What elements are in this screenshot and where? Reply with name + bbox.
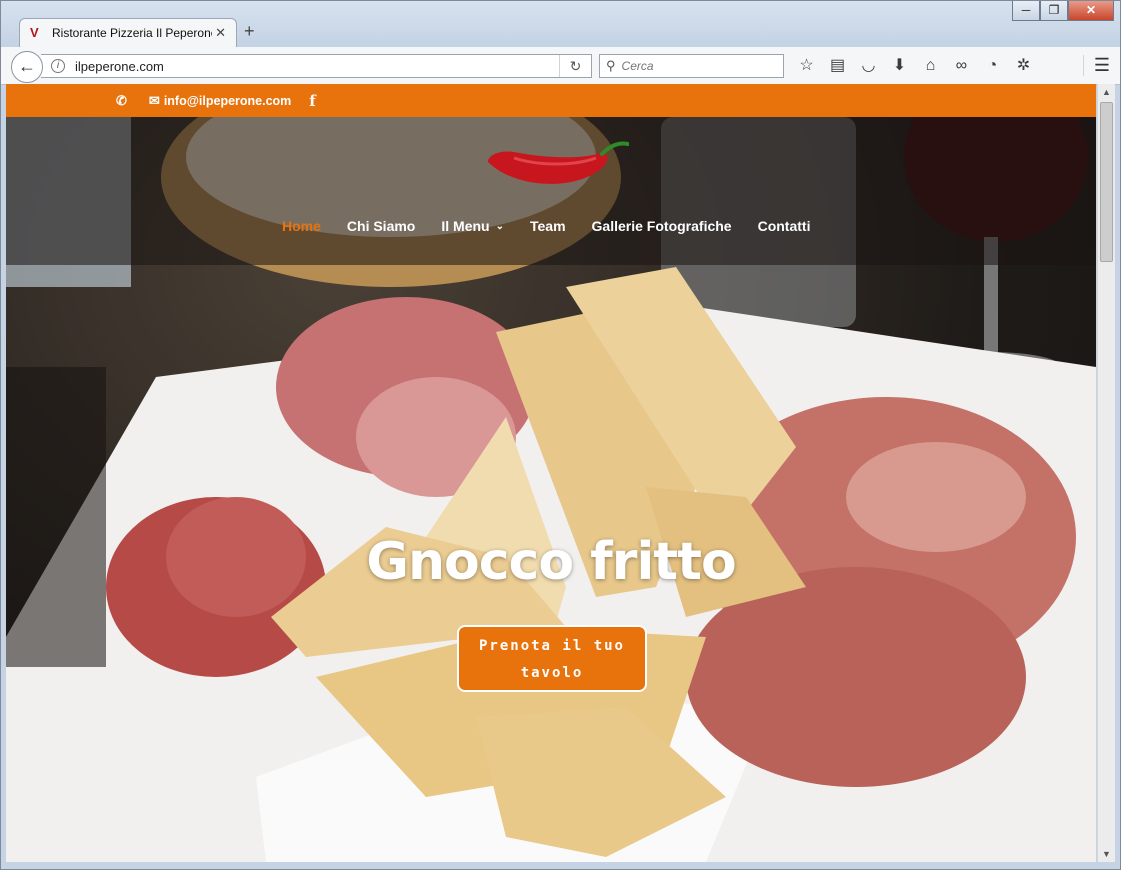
pocket-icon[interactable]: ◡ bbox=[853, 55, 884, 77]
email-link[interactable]: info@ilpeperone.com bbox=[164, 94, 291, 108]
nav-item-il-menu-label: Il Menu bbox=[441, 218, 490, 234]
tab-close-icon[interactable]: ✕ bbox=[215, 25, 226, 41]
puzzle-icon[interactable]: ✲ bbox=[1008, 55, 1039, 77]
download-icon[interactable]: ⬇ bbox=[884, 55, 915, 77]
minimize-button[interactable]: ─ bbox=[1012, 1, 1040, 21]
nav-item-team[interactable]: Team bbox=[530, 218, 566, 234]
top-contact-bar: ✆ ✉ info@ilpeperone.com f bbox=[6, 84, 1096, 117]
web-page: ✆ ✉ info@ilpeperone.com f Home Chi Siamo… bbox=[6, 84, 1096, 862]
tab-title: Ristorante Pizzeria Il Peperone bbox=[52, 26, 212, 40]
search-bar[interactable]: ⚲ bbox=[599, 54, 784, 78]
phone-icon[interactable]: ✆ bbox=[116, 93, 127, 109]
scroll-thumb[interactable] bbox=[1100, 102, 1113, 262]
history-icon[interactable]: ◔ bbox=[977, 55, 1008, 77]
back-button[interactable]: ← bbox=[11, 51, 43, 83]
reload-icon[interactable]: ↻ bbox=[559, 55, 591, 77]
search-input[interactable] bbox=[621, 59, 772, 73]
scroll-down-arrow-icon[interactable]: ▼ bbox=[1098, 846, 1115, 862]
nav-item-contatti[interactable]: Contatti bbox=[758, 218, 811, 234]
main-navigation: Home Chi Siamo Il Menu ⌄ Team Gallerie F… bbox=[282, 218, 836, 234]
vertical-scrollbar[interactable]: ▲ ▼ bbox=[1097, 84, 1115, 862]
new-tab-button[interactable]: + bbox=[244, 21, 255, 42]
nav-item-il-menu[interactable]: Il Menu ⌄ bbox=[441, 218, 504, 234]
pepper-logo-icon[interactable] bbox=[484, 140, 629, 192]
chevron-down-icon: ⌄ bbox=[495, 220, 504, 232]
nav-item-home[interactable]: Home bbox=[282, 218, 321, 234]
cta-label-line2: tavolo bbox=[520, 665, 584, 681]
nav-item-gallerie-fotografiche[interactable]: Gallerie Fotografiche bbox=[592, 218, 732, 234]
maximize-button[interactable]: ❐ bbox=[1040, 1, 1068, 21]
navigation-toolbar: i ilpeperone.com ↻ ← ⚲ ☆ ▤ ◡ ⬇ ⌂ ∞ ◔ ✲ ☰ bbox=[1, 47, 1120, 85]
book-table-button[interactable]: Prenota il tuo tavolo bbox=[457, 625, 647, 692]
reader-icon[interactable]: ▤ bbox=[822, 55, 853, 77]
mask-icon[interactable]: ∞ bbox=[946, 55, 977, 77]
url-text[interactable]: ilpeperone.com bbox=[75, 59, 164, 74]
toolbar-icons: ☆ ▤ ◡ ⬇ ⌂ ∞ ◔ ✲ bbox=[791, 55, 1039, 77]
home-icon[interactable]: ⌂ bbox=[915, 55, 946, 77]
search-icon: ⚲ bbox=[606, 58, 616, 73]
close-window-button[interactable]: ✕ bbox=[1068, 1, 1114, 21]
hero-title: Gnocco fritto bbox=[366, 532, 736, 592]
window-controls: ─ ❐ ✕ bbox=[1012, 1, 1114, 21]
address-bar[interactable]: i ilpeperone.com ↻ bbox=[41, 54, 592, 78]
nav-item-chi-siamo[interactable]: Chi Siamo bbox=[347, 218, 415, 234]
star-icon[interactable]: ☆ bbox=[791, 55, 822, 77]
title-bar: ─ ❐ ✕ V Ristorante Pizzeria Il Peperone … bbox=[1, 1, 1120, 47]
facebook-icon[interactable]: f bbox=[309, 92, 315, 110]
hamburger-menu-icon[interactable]: ☰ bbox=[1082, 55, 1110, 76]
info-icon[interactable]: i bbox=[51, 59, 65, 73]
cta-label-line1: Prenota il tuo bbox=[478, 638, 625, 654]
scroll-up-arrow-icon[interactable]: ▲ bbox=[1098, 84, 1115, 100]
browser-tab[interactable]: V Ristorante Pizzeria Il Peperone ✕ bbox=[19, 18, 237, 47]
mail-icon: ✉ bbox=[148, 92, 160, 108]
pepper-favicon-icon: V bbox=[30, 25, 39, 40]
